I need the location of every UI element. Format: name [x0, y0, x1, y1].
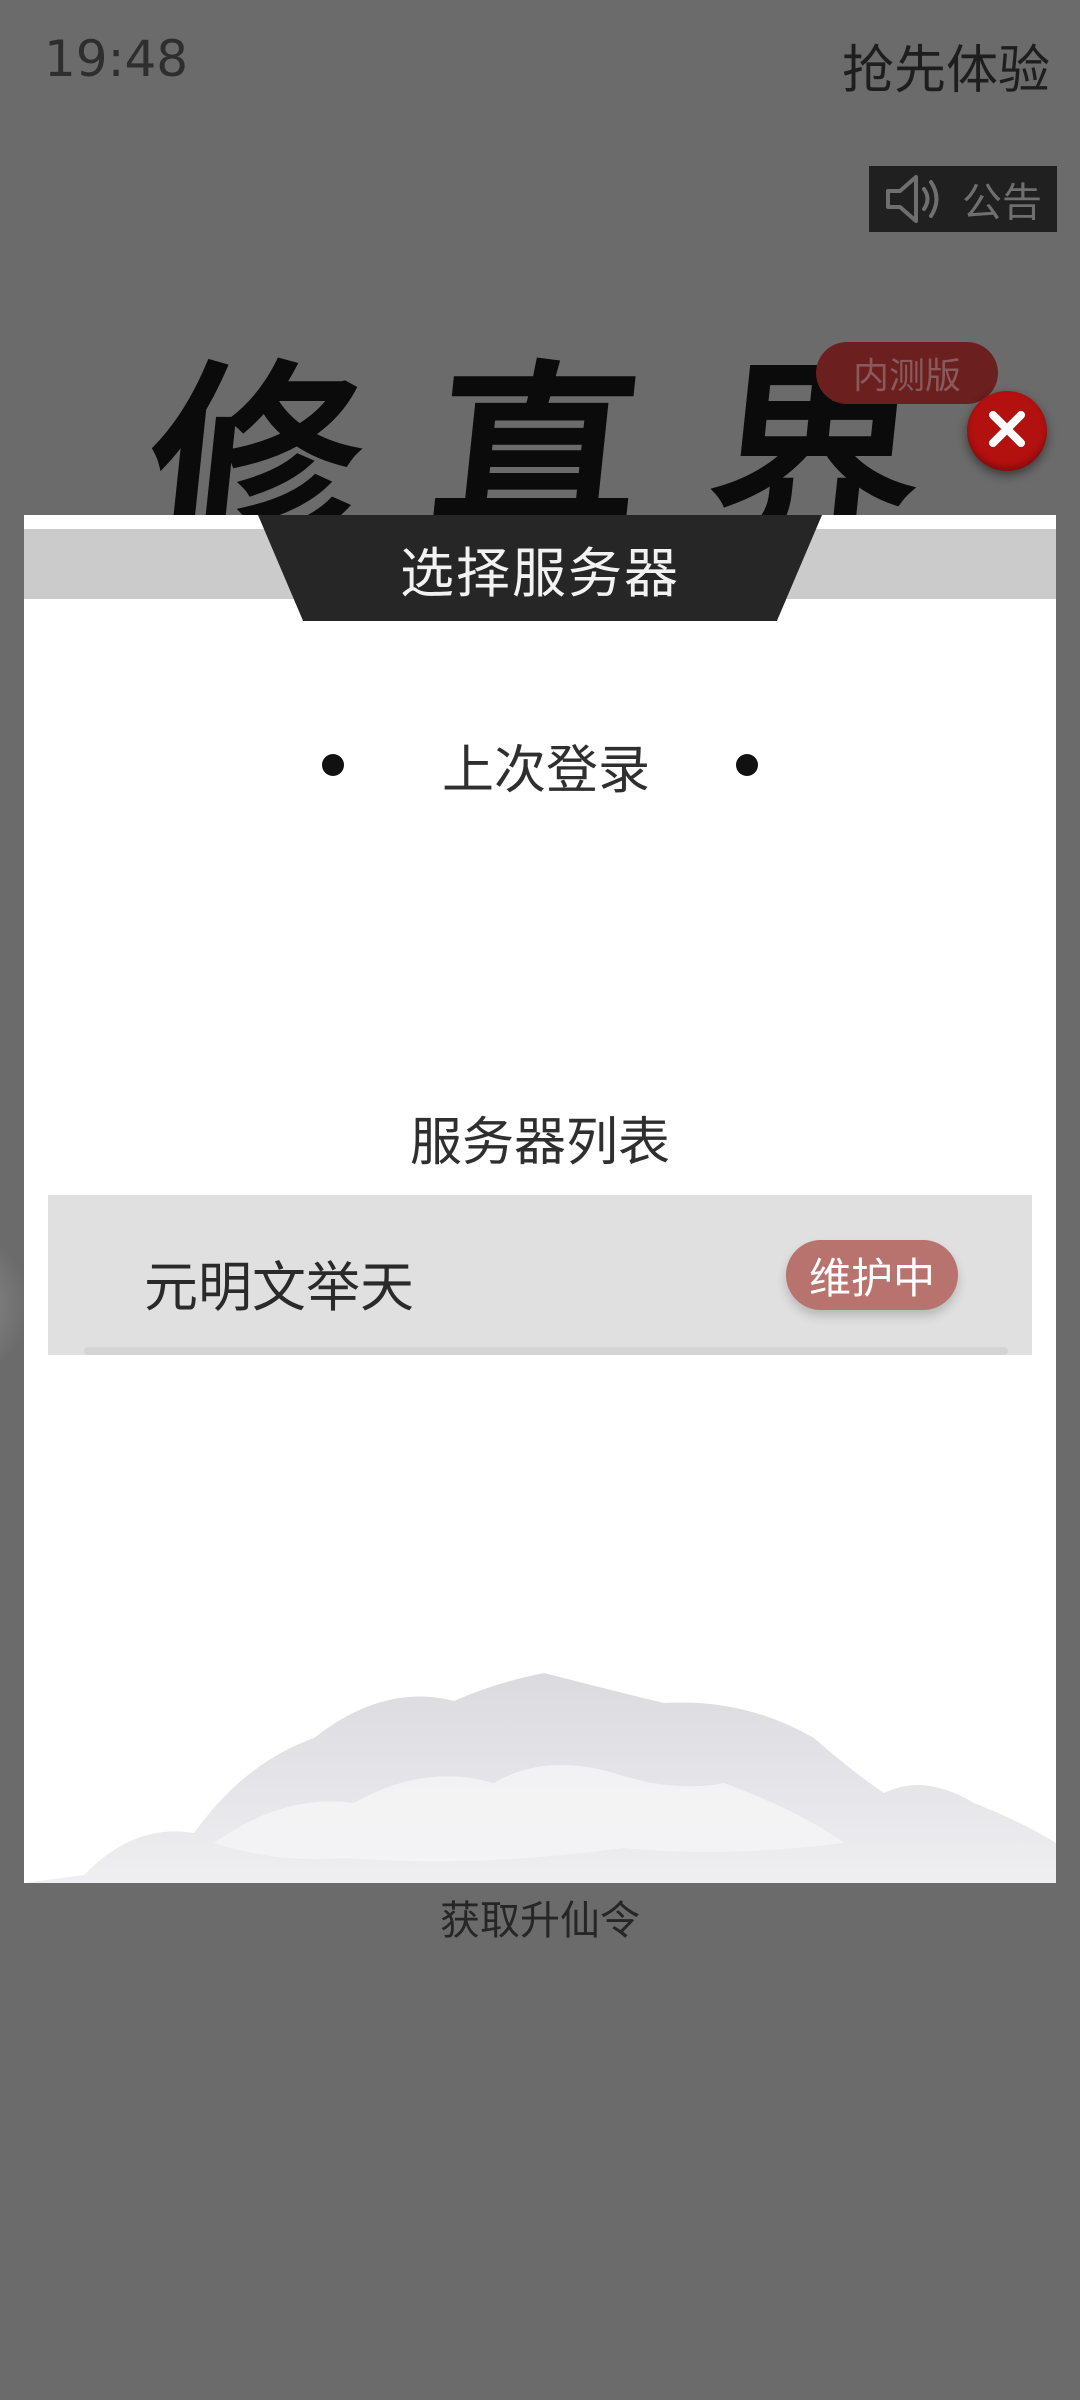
bullet-icon: [321, 754, 344, 776]
bullet-icon: [736, 754, 758, 776]
close-button[interactable]: [967, 391, 1047, 471]
close-icon: [985, 407, 1029, 455]
last-login-label: 上次登录: [441, 740, 650, 801]
dialog-title: 选择服务器: [400, 541, 680, 605]
app-screen: 19:48 抢先体验 公告 修真界 内测版 选择服务器 上次登录 服务器列表 元…: [0, 0, 1080, 2400]
dialog-title-plate: 选择服务器: [258, 515, 822, 621]
notice-label: 公告: [962, 180, 1042, 226]
beta-badge: 内测版: [816, 342, 998, 404]
server-list-item[interactable]: 元明文举天 维护中: [48, 1195, 1032, 1355]
last-login-section: 上次登录: [24, 725, 1056, 805]
server-status-badge: 维护中: [786, 1240, 958, 1310]
server-list-title: 服务器列表: [409, 1113, 670, 1173]
mountain-illustration: [24, 1673, 1056, 1883]
speaker-icon: [884, 173, 944, 225]
notice-button[interactable]: 公告: [869, 166, 1057, 232]
server-select-dialog: 选择服务器 上次登录 服务器列表 元明文举天 维护中: [24, 515, 1056, 1883]
server-name: 元明文举天: [144, 1256, 414, 1319]
get-token-link[interactable]: 获取升仙令: [0, 1888, 1080, 1946]
early-access-link[interactable]: 抢先体验: [842, 28, 1050, 103]
status-bar-time: 19:48: [44, 30, 189, 88]
